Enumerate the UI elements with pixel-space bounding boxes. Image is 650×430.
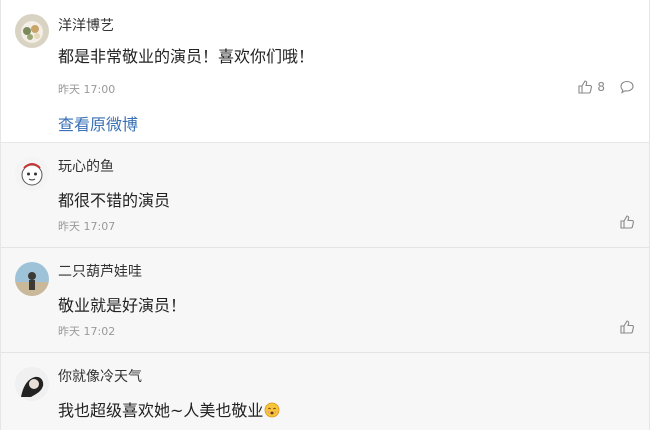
reply-item: 你就像冷天气 我也超级喜欢她~人美也敬业 bbox=[1, 353, 649, 430]
comment-actions bbox=[619, 319, 635, 335]
username[interactable]: 玩心的鱼 bbox=[58, 156, 114, 176]
timestamp: 昨天 17:02 bbox=[58, 325, 116, 338]
avatar[interactable] bbox=[15, 367, 49, 401]
reply-item: 玩心的鱼 都很不错的演员 昨天 17:07 bbox=[1, 143, 649, 248]
reply-item: 二只葫芦娃哇 敬业就是好演员！ 昨天 17:02 bbox=[1, 248, 649, 353]
thumbs-up-icon[interactable] bbox=[577, 79, 593, 95]
comment-actions: 8 bbox=[577, 79, 635, 95]
comment-item: 洋洋博艺 都是非常敬业的演员！喜欢你们哦！ 昨天 17:00 8 查看原微博 bbox=[1, 0, 649, 143]
thumbs-up-icon[interactable] bbox=[619, 214, 635, 230]
comment-text-content: 我也超级喜欢她~人美也敬业 bbox=[58, 401, 264, 420]
like-count: 8 bbox=[597, 80, 605, 94]
timestamp: 昨天 17:07 bbox=[58, 220, 116, 233]
comment-text: 敬业就是好演员！ bbox=[58, 296, 187, 315]
comment-bubble-icon[interactable] bbox=[619, 79, 635, 95]
comment-text: 都是非常敬业的演员！喜欢你们哦！ bbox=[58, 47, 315, 66]
avatar[interactable] bbox=[15, 14, 49, 48]
avatar[interactable] bbox=[15, 262, 49, 296]
comment-actions bbox=[619, 214, 635, 230]
smiling-face-emoji bbox=[264, 402, 280, 418]
comment-text: 都很不错的演员 bbox=[58, 191, 171, 210]
username[interactable]: 洋洋博艺 bbox=[58, 15, 114, 35]
thumbs-up-icon[interactable] bbox=[619, 319, 635, 335]
username[interactable]: 二只葫芦娃哇 bbox=[58, 261, 142, 281]
comment-list: 洋洋博艺 都是非常敬业的演员！喜欢你们哦！ 昨天 17:00 8 查看原微博 玩… bbox=[0, 0, 650, 430]
avatar[interactable] bbox=[15, 157, 49, 191]
comment-text: 我也超级喜欢她~人美也敬业 bbox=[58, 397, 280, 421]
timestamp: 昨天 17:00 bbox=[58, 83, 116, 96]
username[interactable]: 你就像冷天气 bbox=[58, 366, 142, 386]
view-original-weibo-link[interactable]: 查看原微博 bbox=[58, 111, 138, 135]
